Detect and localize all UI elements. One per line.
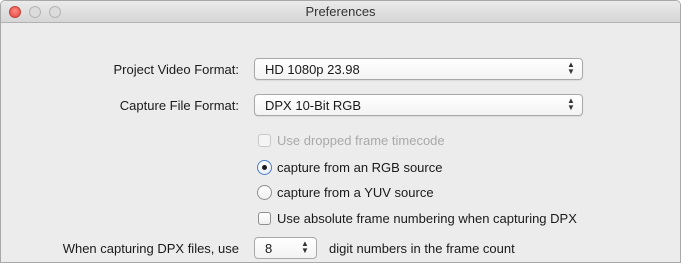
rgb-source-label: capture from an RGB source xyxy=(277,160,443,175)
absolute-frame-numbering-checkbox[interactable] xyxy=(258,212,271,225)
title-bar: Preferences xyxy=(1,1,680,23)
rgb-source-row[interactable]: capture from an RGB source xyxy=(257,160,442,175)
project-video-format-value: HD 1080p 23.98 xyxy=(265,62,360,77)
dropped-frame-timecode-label: Use dropped frame timecode xyxy=(277,133,445,148)
dropped-frame-timecode-row: Use dropped frame timecode xyxy=(258,133,445,148)
capture-file-format-label: Capture File Format: xyxy=(119,98,239,113)
up-down-arrows-icon: ▲ ▼ xyxy=(567,60,575,76)
preferences-window: Preferences Project Video Format: HD 108… xyxy=(0,0,681,263)
yuv-source-label: capture from a YUV source xyxy=(277,185,434,200)
dpx-digits-stepper[interactable]: 8 ▲ ▼ xyxy=(254,237,317,259)
absolute-frame-numbering-label: Use absolute frame numbering when captur… xyxy=(277,211,577,226)
capture-file-format-popup[interactable]: DPX 10-Bit RGB ▲ ▼ xyxy=(254,94,583,116)
dpx-digits-value: 8 xyxy=(265,241,273,256)
up-down-arrows-icon: ▲ ▼ xyxy=(567,96,575,112)
capture-file-format-value: DPX 10-Bit RGB xyxy=(265,98,362,113)
absolute-frame-numbering-row[interactable]: Use absolute frame numbering when captur… xyxy=(258,211,577,226)
dpx-digits-suffix-label: digit numbers in the frame count xyxy=(329,241,515,256)
rgb-source-radio[interactable] xyxy=(257,160,272,175)
project-video-format-popup[interactable]: HD 1080p 23.98 ▲ ▼ xyxy=(254,58,583,80)
window-title: Preferences xyxy=(305,4,376,19)
yuv-source-row[interactable]: capture from a YUV source xyxy=(257,185,434,200)
dpx-digits-prefix-label: When capturing DPX files, use xyxy=(62,241,239,256)
up-down-arrows-icon: ▲ ▼ xyxy=(301,239,309,255)
yuv-source-radio[interactable] xyxy=(257,185,272,200)
project-video-format-label: Project Video Format: xyxy=(113,62,239,77)
dropped-frame-timecode-checkbox xyxy=(258,134,271,147)
